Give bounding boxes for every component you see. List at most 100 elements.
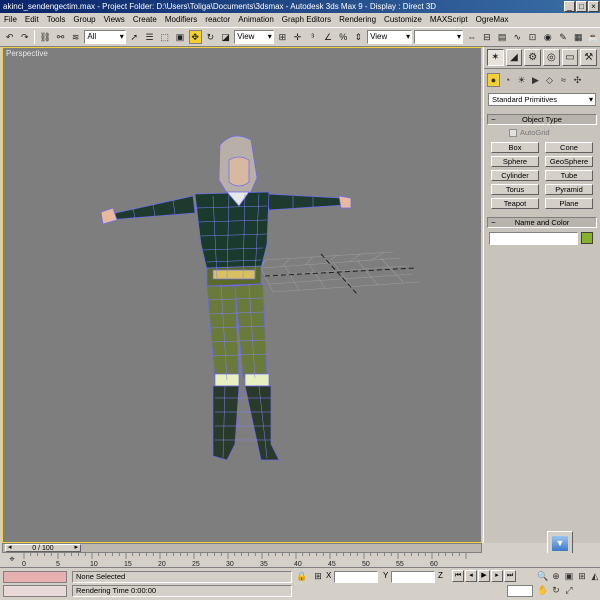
link-icon[interactable]: ⛓: [38, 30, 51, 44]
category-dropdown[interactable]: Standard Primitives: [488, 93, 596, 106]
teapot-button[interactable]: Teapot: [491, 198, 539, 209]
render-setup-icon[interactable]: ✎: [556, 30, 569, 44]
next-frame-icon[interactable]: ▸: [491, 570, 503, 582]
helpers-icon[interactable]: ◇: [543, 73, 556, 87]
geosphere-button[interactable]: GeoSphere: [545, 156, 593, 167]
menu-tools[interactable]: Tools: [43, 13, 70, 27]
snaps-toggle-icon[interactable]: ³: [306, 30, 319, 44]
maxscript-listener-button[interactable]: ▼: [547, 531, 573, 555]
arc-rotate-icon[interactable]: ↻: [550, 584, 562, 596]
previous-frame-icon[interactable]: ◂: [465, 570, 477, 582]
menu-edit[interactable]: Edit: [21, 13, 43, 27]
schematic-view-icon[interactable]: ⊡: [526, 30, 539, 44]
menu-customize[interactable]: Customize: [380, 13, 426, 27]
bind-space-warp-icon[interactable]: ≋: [69, 30, 82, 44]
angle-snap-icon[interactable]: ∠: [321, 30, 334, 44]
plane-button[interactable]: Plane: [545, 198, 593, 209]
absolute-relative-toggle-icon[interactable]: ⊞: [312, 571, 324, 583]
zoom-extents-all-icon[interactable]: ⊞: [576, 570, 588, 582]
spinner-snap-icon[interactable]: ⇕: [352, 30, 365, 44]
cone-button[interactable]: Cone: [545, 142, 593, 153]
go-to-end-icon[interactable]: ⏭: [504, 570, 516, 582]
torus-button[interactable]: Torus: [491, 184, 539, 195]
render-frame-icon[interactable]: ▦: [572, 30, 585, 44]
name-and-color-header[interactable]: Name and Color: [487, 217, 597, 228]
geometry-icon[interactable]: ●: [487, 73, 500, 87]
menu-views[interactable]: Views: [100, 13, 129, 27]
object-color-swatch[interactable]: [581, 232, 593, 244]
y-coordinate-field[interactable]: [391, 571, 435, 583]
time-prev-icon[interactable]: ◂: [8, 544, 12, 551]
menu-maxscript[interactable]: MAXScript: [426, 13, 472, 27]
close-button[interactable]: ×: [588, 1, 599, 12]
menu-reactor[interactable]: reactor: [201, 13, 234, 27]
selection-filter-dropdown[interactable]: All: [84, 30, 126, 44]
select-and-move-icon[interactable]: ✥: [188, 30, 202, 44]
mirror-icon[interactable]: ⇔: [465, 30, 478, 44]
maximize-viewport-icon[interactable]: ⤢: [563, 584, 575, 596]
sphere-button[interactable]: Sphere: [491, 156, 539, 167]
zoom-icon[interactable]: 🔍: [537, 570, 549, 582]
zoom-extents-icon[interactable]: ▣: [563, 570, 575, 582]
zoom-all-icon[interactable]: ⊕: [550, 570, 562, 582]
curve-editor-icon[interactable]: ∿: [511, 30, 524, 44]
align-icon[interactable]: ⊟: [480, 30, 493, 44]
object-type-header[interactable]: Object Type: [487, 114, 597, 125]
perspective-viewport[interactable]: Perspective: [2, 47, 482, 543]
modify-tab-icon[interactable]: ◢: [505, 49, 523, 66]
lights-icon[interactable]: ☀: [515, 73, 528, 87]
redo-icon[interactable]: ↷: [18, 30, 31, 44]
space-warps-icon[interactable]: ≈: [557, 73, 570, 87]
motion-tab-icon[interactable]: ◎: [543, 49, 560, 66]
menu-create[interactable]: Create: [129, 13, 161, 27]
material-editor-icon[interactable]: ◉: [541, 30, 554, 44]
maxscript-mini-listener-output[interactable]: [3, 585, 67, 597]
autogrid-checkbox[interactable]: [509, 128, 517, 137]
minimize-button[interactable]: _: [564, 1, 575, 12]
pan-icon[interactable]: ✋: [537, 584, 549, 596]
utilities-tab-icon[interactable]: ⚒: [580, 49, 598, 66]
undo-icon[interactable]: ↶: [3, 30, 16, 44]
time-slider[interactable]: ◂ 0 / 100 ▸: [2, 543, 482, 553]
lock-selection-icon[interactable]: 🔒: [296, 571, 308, 583]
mini-curve-editor-icon[interactable]: ⌖: [6, 554, 18, 566]
time-slider-thumb[interactable]: ◂ 0 / 100 ▸: [5, 544, 81, 552]
select-and-rotate-icon[interactable]: ↻: [204, 30, 217, 44]
play-icon[interactable]: ▶: [478, 570, 490, 582]
maximize-button[interactable]: □: [576, 1, 587, 12]
select-object-icon[interactable]: ➚: [128, 30, 141, 44]
create-tab-icon[interactable]: ✶: [487, 49, 504, 66]
quick-render-icon[interactable]: ☕: [587, 30, 600, 44]
current-frame-field[interactable]: [507, 585, 533, 597]
cylinder-button[interactable]: Cylinder: [491, 170, 539, 181]
box-button[interactable]: Box: [491, 142, 539, 153]
maxscript-mini-listener-input[interactable]: [3, 571, 67, 583]
time-next-icon[interactable]: ▸: [74, 544, 78, 551]
menu-graph-editors[interactable]: Graph Editors: [278, 13, 335, 27]
shapes-icon[interactable]: ◔: [501, 73, 514, 87]
go-to-start-icon[interactable]: ⏮: [452, 570, 464, 582]
select-and-manipulate-icon[interactable]: ✛: [291, 30, 304, 44]
display-tab-icon[interactable]: ▭: [561, 49, 579, 66]
tube-button[interactable]: Tube: [545, 170, 593, 181]
x-coordinate-field[interactable]: [334, 571, 378, 583]
percent-snap-icon[interactable]: %: [337, 30, 350, 44]
menu-rendering[interactable]: Rendering: [335, 13, 380, 27]
select-by-name-icon[interactable]: ☰: [143, 30, 156, 44]
field-of-view-icon[interactable]: ◭: [589, 570, 600, 582]
track-bar[interactable]: ⌖ 0 5 10 15 20 25 30 35 40 45 50 55 60: [0, 553, 600, 568]
named-selection-dropdown[interactable]: View: [367, 30, 413, 44]
pyramid-button[interactable]: Pyramid: [545, 184, 593, 195]
hierarchy-tab-icon[interactable]: ⚙: [524, 49, 542, 66]
select-and-scale-icon[interactable]: ◪: [219, 30, 232, 44]
menu-group[interactable]: Group: [69, 13, 99, 27]
systems-icon[interactable]: ✣: [571, 73, 584, 87]
named-selection-sets-dropdown[interactable]: [414, 30, 464, 44]
pivot-center-icon[interactable]: ⊞: [276, 30, 289, 44]
layer-manager-icon[interactable]: ▤: [496, 30, 509, 44]
menu-modifiers[interactable]: Modifiers: [161, 13, 201, 27]
rectangular-selection-icon[interactable]: ⬚: [158, 30, 171, 44]
reference-coordinate-dropdown[interactable]: View: [234, 30, 274, 44]
object-name-field[interactable]: [489, 232, 578, 245]
menu-file[interactable]: File: [0, 13, 21, 27]
